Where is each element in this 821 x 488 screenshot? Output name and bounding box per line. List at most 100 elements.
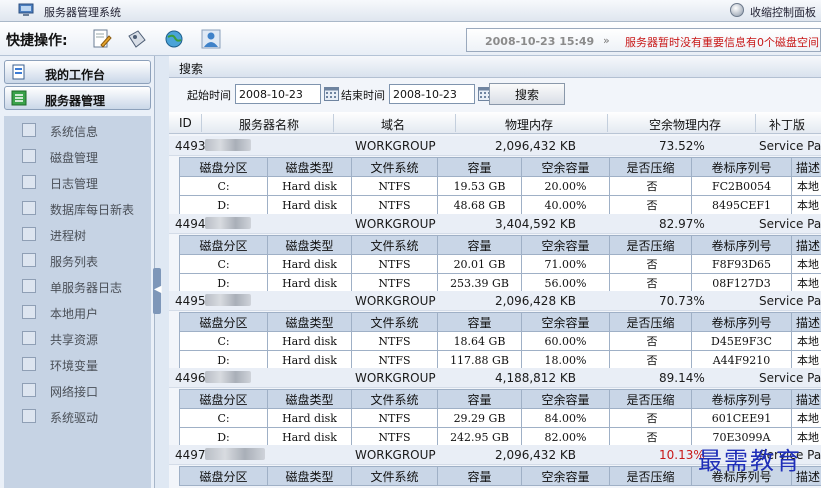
disk-type: Hard disk (267, 273, 352, 293)
disk-free: 84.00% (521, 408, 610, 428)
sidebar-item-local-users[interactable]: 本地用户 (4, 300, 151, 324)
disk-compressed: 否 (609, 331, 692, 351)
sidebar-item-label: 磁盘管理 (50, 151, 99, 165)
disk-partition: C: (179, 176, 268, 196)
collapse-control-panel-link[interactable]: 收缩控制面板 (750, 4, 816, 20)
server-patch: Service Pack (759, 139, 821, 153)
sidebar-item-label: 共享资源 (50, 333, 99, 347)
disk-fs: NTFS (351, 176, 438, 196)
disk-fs: NTFS (351, 254, 438, 274)
workbench-icon (12, 64, 25, 80)
disk-row: D: Hard disk NTFS 253.39 GB 56.00% 否 08F127D3 本… (179, 273, 821, 293)
server-management-icon (11, 90, 27, 106)
sidebar-my-workbench[interactable]: 我的工作台 (4, 60, 151, 84)
server-domain: WORKGROUP (355, 217, 436, 231)
disk-desc: 本地 (791, 273, 821, 293)
disk-fs: NTFS (351, 273, 438, 293)
menu-item-icon (22, 227, 36, 241)
sidebar-item-server-log[interactable]: 单服务器日志 (4, 274, 151, 298)
status-ticker: 2008-10-23 15:49 » 服务器暂时没有重要信息有0个磁盘空间 (466, 28, 821, 52)
sidebar-item-db-daily[interactable]: 数据库每日新表 (4, 196, 151, 220)
server-row[interactable]: 4493 WORKGROUP 2,096,432 KB 73.52% Servi… (169, 136, 821, 156)
disk-free: 40.00% (521, 195, 610, 215)
search-form: 起始时间 结束时间 搜索 (169, 78, 821, 108)
server-patch: Service Pack (759, 294, 821, 308)
sidebar-item-process-tree[interactable]: 进程树 (4, 222, 151, 246)
server-memory: 2,096,432 KB (495, 448, 576, 462)
sidebar-item-label: 单服务器日志 (50, 281, 123, 295)
disk-compressed: 否 (609, 176, 692, 196)
sidebar-server-mgmt-label: 服务器管理 (45, 94, 106, 108)
sidebar-collapse-handle[interactable]: ◀ (153, 268, 162, 314)
disk-row: D: Hard disk NTFS 48.68 GB 40.00% 否 8495CEF1 本地 (179, 195, 821, 215)
start-time-label: 起始时间 (187, 89, 231, 102)
disk-col-serial: 卷标序列号 (691, 389, 792, 409)
tag-icon[interactable] (126, 28, 148, 50)
disk-partition: C: (179, 331, 268, 351)
disk-serial: D45E9F3C (691, 331, 792, 351)
sidebar-server-management[interactable]: 服务器管理 (4, 86, 151, 110)
sidebar-item-label: 服务列表 (50, 255, 99, 269)
server-name-redacted (205, 448, 265, 460)
server-row[interactable]: 4494 WORKGROUP 3,404,592 KB 82.97% Servi… (169, 214, 821, 234)
control-panel-icon[interactable] (730, 3, 744, 17)
end-date-input[interactable] (389, 84, 475, 104)
disk-col-fs: 文件系统 (351, 235, 438, 255)
sidebar-item-label: 数据库每日新表 (50, 203, 135, 217)
disk-capacity: 117.88 GB (437, 350, 522, 370)
disk-compressed: 否 (609, 350, 692, 370)
disk-table: 磁盘分区 磁盘类型 文件系统 容量 空余容量 是否压缩 卷标序列号 描述 C: Hard dis… (179, 157, 821, 215)
disk-col-compressed: 是否压缩 (609, 157, 692, 177)
sidebar-item-label: 系统信息 (50, 125, 99, 139)
sidebar-item-disk-mgmt[interactable]: 磁盘管理 (4, 144, 151, 168)
col-separator (455, 114, 456, 132)
server-id: 4495 (175, 294, 206, 308)
sidebar-item-system-info[interactable]: 系统信息 (4, 118, 151, 142)
sidebar-item-service-list[interactable]: 服务列表 (4, 248, 151, 272)
user-icon[interactable] (200, 28, 222, 50)
disk-col-type: 磁盘类型 (267, 466, 352, 486)
disk-fs: NTFS (351, 408, 438, 428)
disk-col-free: 空余容量 (521, 157, 610, 177)
disk-col-partition: 磁盘分区 (179, 389, 268, 409)
menu-item-icon (22, 331, 36, 345)
server-row[interactable]: 4495 WORKGROUP 2,096,428 KB 70.73% Servi… (169, 291, 821, 311)
disk-serial: 08F127D3 (691, 273, 792, 293)
disk-partition: D: (179, 350, 268, 370)
sidebar-item-label: 本地用户 (50, 307, 99, 321)
disk-col-free: 空余容量 (521, 389, 610, 409)
disk-col-desc: 描述 (791, 312, 821, 332)
disk-compressed: 否 (609, 427, 692, 447)
menu-item-icon (22, 409, 36, 423)
disk-desc: 本地 (791, 331, 821, 351)
network-globe-icon[interactable] (163, 28, 185, 50)
sidebar-workbench-label: 我的工作台 (45, 68, 106, 82)
status-message: 服务器暂时没有重要信息有0个磁盘空间 (625, 36, 819, 49)
title-bar: 服务器管理系统 收缩控制面板 (0, 0, 821, 22)
disk-col-free: 空余容量 (521, 235, 610, 255)
disk-fs: NTFS (351, 350, 438, 370)
server-domain: WORKGROUP (355, 294, 436, 308)
sidebar-item-shared-resources[interactable]: 共享资源 (4, 326, 151, 350)
disk-col-capacity: 容量 (437, 389, 522, 409)
search-button[interactable]: 搜索 (489, 83, 565, 105)
sidebar-item-log-mgmt[interactable]: 日志管理 (4, 170, 151, 194)
calendar-icon[interactable] (324, 87, 339, 101)
menu-item-icon (22, 201, 36, 215)
server-memory: 3,404,592 KB (495, 217, 576, 231)
sidebar-item-network-interfaces[interactable]: 网络接口 (4, 378, 151, 402)
disk-col-partition: 磁盘分区 (179, 466, 268, 486)
disk-compressed: 否 (609, 273, 692, 293)
start-date-input[interactable] (235, 84, 321, 104)
sidebar-item-system-drivers[interactable]: 系统驱动 (4, 404, 151, 428)
disk-col-partition: 磁盘分区 (179, 235, 268, 255)
sidebar-item-env-vars[interactable]: 环境变量 (4, 352, 151, 376)
server-id: 4494 (175, 217, 206, 231)
disk-col-type: 磁盘类型 (267, 312, 352, 332)
disk-table: 磁盘分区 磁盘类型 文件系统 容量 空余容量 是否压缩 卷标序列号 描述 C: Hard dis… (179, 235, 821, 293)
edit-document-icon[interactable] (90, 28, 112, 50)
server-row[interactable]: 4496 WORKGROUP 4,188,812 KB 89.14% Servi… (169, 368, 821, 388)
sidebar-item-label: 环境变量 (50, 359, 99, 373)
disk-type: Hard disk (267, 331, 352, 351)
disk-capacity: 29.29 GB (437, 408, 522, 428)
